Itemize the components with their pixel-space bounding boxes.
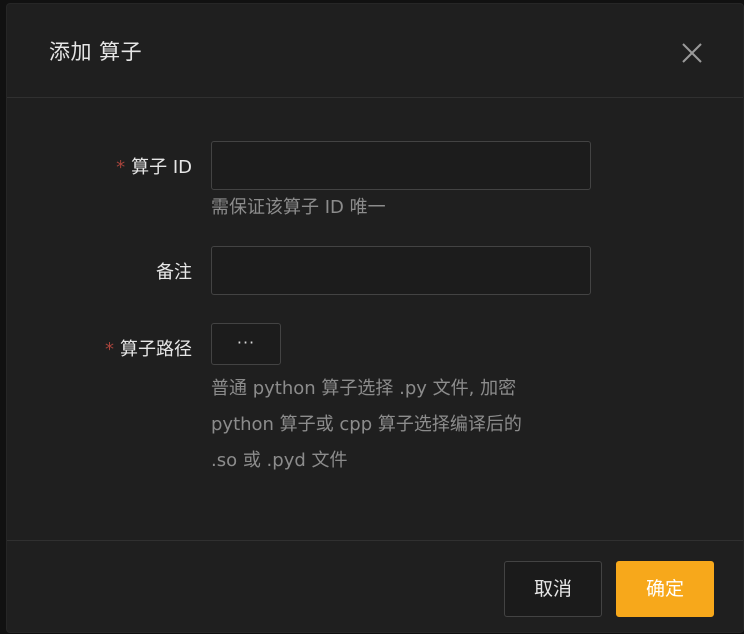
operator-path-label-text: 算子路径 [120, 339, 192, 360]
select-file-button[interactable]: ··· [211, 323, 281, 365]
add-operator-dialog: 添加 算子 * 算子 ID 需保证该算子 ID 唯一 备注 * 算子路径 ··· 普… [6, 3, 744, 633]
confirm-button[interactable]: 确定 [616, 561, 714, 617]
close-button[interactable] [677, 38, 707, 68]
required-mark: * [105, 339, 114, 360]
remark-input[interactable] [211, 246, 591, 295]
operator-path-hint: 普通 python 算子选择 .py 文件, 加密 python 算子或 cpp… [211, 371, 611, 479]
cancel-button[interactable]: 取消 [504, 561, 602, 617]
form-row-remark: 备注 [7, 246, 743, 296]
form-row-operator-id: * 算子 ID 需保证该算子 ID 唯一 [7, 141, 743, 231]
required-mark: * [116, 157, 126, 178]
operator-id-hint: 需保证该算子 ID 唯一 [211, 197, 386, 218]
operator-id-input[interactable] [211, 141, 591, 190]
operator-id-label-text: 算子 ID [131, 157, 192, 178]
form-row-operator-path: * 算子路径 ··· 普通 python 算子选择 .py 文件, 加密 pyth… [7, 323, 743, 483]
dialog-title: 添加 算子 [49, 40, 143, 64]
hint-line: 普通 python 算子选择 .py 文件, 加密 [211, 378, 517, 399]
dialog-footer: 取消 确定 [7, 540, 743, 634]
hint-line: python 算子或 cpp 算子选择编译后的 [211, 414, 522, 435]
remark-label: 备注 [156, 262, 192, 283]
hint-line: .so 或 .pyd 文件 [211, 450, 348, 471]
operator-id-label: * 算子 ID [116, 153, 192, 179]
operator-path-label: * 算子路径 [105, 335, 192, 361]
dialog-header: 添加 算子 [7, 4, 743, 98]
close-icon [682, 43, 702, 63]
